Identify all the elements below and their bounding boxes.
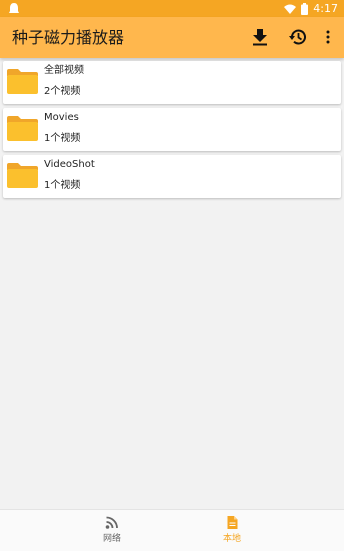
app-bar: 种子磁力播放器 — [0, 17, 344, 58]
tab-local-label: 本地 — [222, 534, 241, 544]
folder-name: 全部视频 — [44, 65, 84, 76]
notification-icon — [9, 3, 19, 13]
bottom-nav: 网络 本地 — [0, 509, 344, 551]
status-time: 4:17 — [313, 2, 338, 15]
wifi-icon — [284, 4, 297, 14]
rss-icon — [105, 516, 118, 529]
file-icon — [227, 516, 238, 529]
more-options-button[interactable] — [316, 25, 340, 49]
folder-item-movies[interactable]: Movies 1个视频 — [3, 108, 341, 151]
tab-local[interactable]: 本地 — [202, 510, 262, 551]
download-button[interactable] — [248, 25, 272, 49]
folder-video-count: 1个视频 — [44, 133, 81, 144]
more-vert-icon — [326, 30, 330, 44]
folder-icon — [7, 116, 38, 141]
history-button[interactable] — [286, 25, 310, 49]
tab-network[interactable]: 网络 — [82, 510, 142, 551]
download-icon — [253, 29, 267, 46]
folder-icon — [7, 163, 38, 188]
battery-icon — [301, 2, 309, 15]
folder-video-count: 1个视频 — [44, 180, 81, 191]
folder-icon — [7, 69, 38, 94]
tab-network-label: 网络 — [102, 534, 121, 544]
folder-name: VideoShot — [44, 159, 95, 170]
folder-item-all-videos[interactable]: 全部视频 2个视频 — [3, 61, 341, 104]
status-bar: 4:17 — [0, 0, 344, 17]
folder-name: Movies — [44, 112, 79, 123]
folder-list: 全部视频 2个视频 Movies 1个视频 VideoShot 1个视频 — [3, 61, 341, 202]
app-title: 种子磁力播放器 — [12, 28, 125, 47]
history-icon — [289, 29, 306, 45]
folder-video-count: 2个视频 — [44, 86, 81, 97]
folder-item-videoshot[interactable]: VideoShot 1个视频 — [3, 155, 341, 198]
